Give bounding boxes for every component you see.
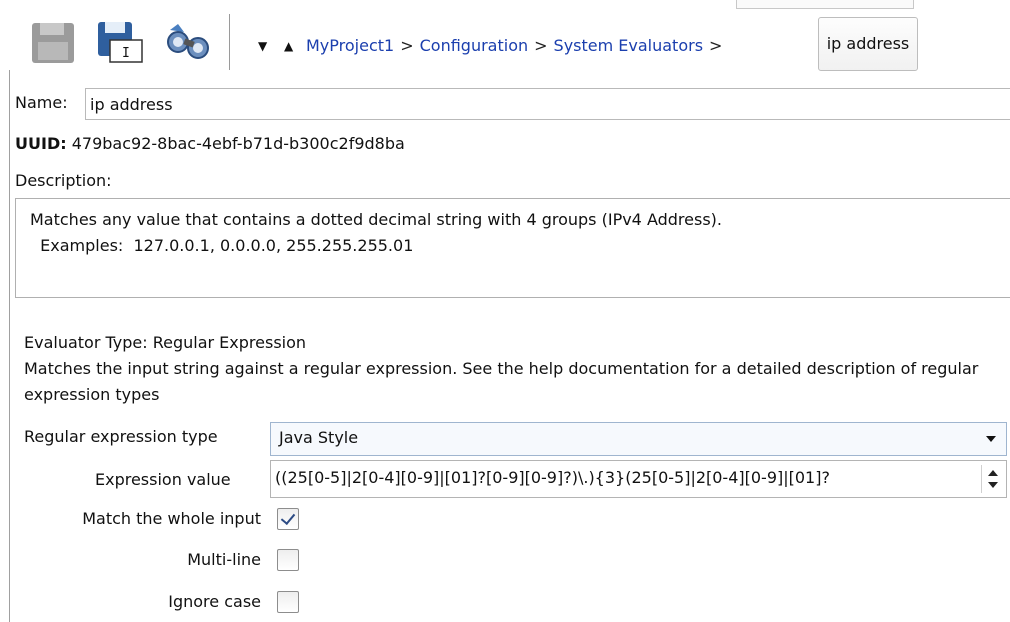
multiline-checkbox[interactable] [277,549,299,571]
breadcrumb-project[interactable]: MyProject1 [306,36,394,55]
regex-type-select[interactable]: Java Style [270,422,1007,456]
name-row: Name: [15,88,1010,120]
chevron-down-icon[interactable] [986,436,996,442]
expression-value: ((25[0-5]|2[0-4][0-9]|[01]?[0-9][0-9]?)\… [275,468,830,487]
save-as-icon[interactable]: I [96,20,146,66]
description-line: Examples: 127.0.0.1, 0.0.0.0, 255.255.25… [30,236,414,255]
nav-up-icon[interactable]: ▲ [284,40,293,52]
description-textarea[interactable]: Matches any value that contains a dotted… [15,198,1010,298]
breadcrumb-current[interactable]: ip address [818,17,918,71]
breadcrumb: MyProject1 > Configuration > System Evaluato… [306,34,728,58]
binoculars-icon[interactable] [164,20,214,66]
evaluator-description: Matches the input string against a regul… [24,359,979,404]
regex-type-label: Regular expression type [24,427,218,446]
save-disabled-icon[interactable] [28,20,78,66]
expression-input[interactable]: ((25[0-5]|2[0-4][0-9]|[01]?[0-9][0-9]?)\… [270,460,1007,498]
expression-label: Expression value [95,470,231,489]
evaluator-type-info: Evaluator Type: Regular Expression Match… [24,330,994,408]
evaluator-type: Evaluator Type: Regular Expression [24,333,307,352]
toolbar-separator [229,14,230,70]
ignore-case-checkbox[interactable] [277,591,299,613]
regex-type-value: Java Style [279,428,359,447]
expression-spinner[interactable] [981,465,1004,493]
uuid-value: 479bac92-8bac-4ebf-b71d-b300c2f9d8ba [71,134,405,153]
ignore-case-label: Ignore case [168,592,261,611]
breadcrumb-system-evaluators[interactable]: System Evaluators [554,36,704,55]
breadcrumb-separator: > [400,36,414,55]
match-whole-checkbox[interactable] [277,508,299,530]
uuid-line: UUID: 479bac92-8bac-4ebf-b71d-b300c2f9d8… [15,134,405,153]
toolbar: I ▼ ▲ MyProject1 > Configuration > System Ev… [0,0,1010,80]
multiline-label: Multi-line [187,550,261,569]
breadcrumb-separator: > [709,36,723,55]
match-whole-label: Match the whole input [82,509,261,528]
name-label: Name: [15,93,68,112]
spinner-up-icon[interactable] [988,470,998,476]
nav-down-icon[interactable]: ▼ [258,40,267,52]
panel-border [9,70,10,622]
uuid-label: UUID: [15,134,67,153]
name-field[interactable] [85,88,1010,120]
spinner-down-icon[interactable] [988,482,998,488]
description-line: Matches any value that contains a dotted… [30,210,722,229]
breadcrumb-configuration[interactable]: Configuration [420,36,529,55]
svg-text:I: I [122,46,130,61]
breadcrumb-separator: > [534,36,548,55]
description-label: Description: [15,171,112,190]
